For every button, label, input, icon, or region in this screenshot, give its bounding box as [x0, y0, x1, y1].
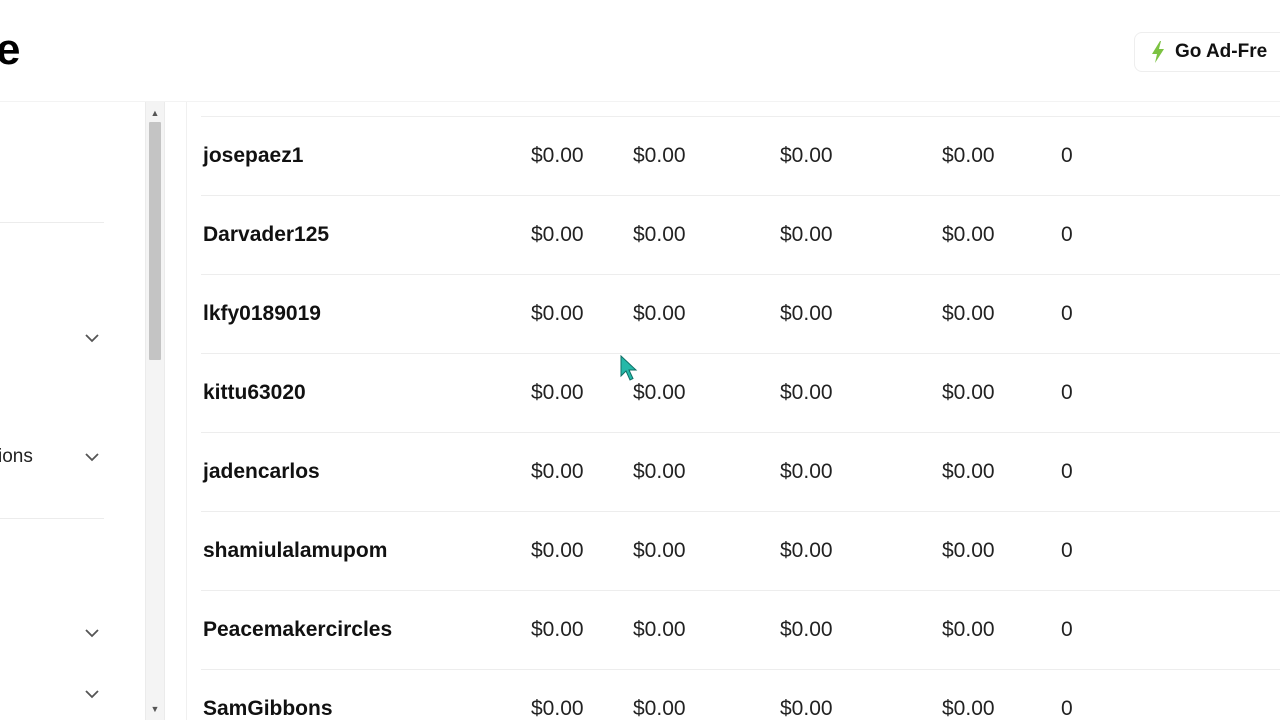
username-cell[interactable]: kittu63020	[203, 354, 306, 432]
chevron-down-icon[interactable]	[82, 623, 102, 643]
amount-cell: $0.00	[531, 697, 584, 720]
amount-cell: $0.00	[942, 144, 995, 167]
amount-cell: $0.00	[942, 697, 995, 720]
amount-cell: $0.00	[780, 302, 833, 325]
lightning-bolt-icon	[1152, 41, 1164, 63]
sidebar-scrollbar-thumb[interactable]	[149, 122, 161, 360]
count-cell: 0	[1061, 381, 1073, 404]
sidebar-divider	[0, 222, 104, 223]
chevron-down-icon[interactable]	[82, 328, 102, 348]
table-row[interactable]: kittu63020 $0.00 $0.00 $0.00 $0.00 0	[201, 354, 1280, 433]
count-cell: 0	[1061, 460, 1073, 483]
scroll-down-arrow-icon[interactable]: ▼	[148, 704, 162, 714]
username-cell[interactable]: shamiulalamupom	[203, 512, 387, 590]
count-cell: 0	[1061, 144, 1073, 167]
go-ad-free-label: Go Ad-Fre	[1175, 41, 1268, 62]
chevron-down-icon[interactable]	[82, 447, 102, 467]
table-row[interactable]: SamGibbons $0.00 $0.00 $0.00 $0.00 0	[201, 670, 1280, 720]
username-cell[interactable]: jadencarlos	[203, 433, 320, 511]
amount-cell: $0.00	[633, 144, 686, 167]
table-row[interactable]: Darvader125 $0.00 $0.00 $0.00 $0.00 0	[201, 196, 1280, 275]
amount-cell: $0.00	[633, 381, 686, 404]
amount-cell: $0.00	[780, 460, 833, 483]
amount-cell: $0.00	[633, 460, 686, 483]
amount-cell: $0.00	[531, 144, 584, 167]
username-cell[interactable]: Peacemakercircles	[203, 591, 392, 669]
amount-cell: $0.00	[531, 618, 584, 641]
table-row[interactable]: lkfy0189019 $0.00 $0.00 $0.00 $0.00 0	[201, 275, 1280, 354]
top-header: e Go Ad-Fre	[0, 0, 1280, 102]
amount-cell: $0.00	[942, 618, 995, 641]
users-table: josepaez1 $0.00 $0.00 $0.00 $0.00 0 Darvader12…	[186, 102, 1280, 720]
table-row[interactable]: Peacemakercircles $0.00 $0.00 $0.00 $0.00 0	[201, 591, 1280, 670]
sidebar: ions	[0, 102, 145, 720]
amount-cell: $0.00	[780, 618, 833, 641]
go-ad-free-button[interactable]: Go Ad-Fre	[1134, 32, 1280, 72]
table-row[interactable]: jadencarlos $0.00 $0.00 $0.00 $0.00 0	[201, 433, 1280, 512]
amount-cell: $0.00	[780, 144, 833, 167]
amount-cell: $0.00	[531, 381, 584, 404]
username-cell[interactable]: Darvader125	[203, 196, 329, 274]
username-cell[interactable]: lkfy0189019	[203, 275, 321, 353]
amount-cell: $0.00	[942, 302, 995, 325]
amount-cell: $0.00	[633, 697, 686, 720]
amount-cell: $0.00	[780, 697, 833, 720]
username-cell[interactable]: SamGibbons	[203, 670, 333, 720]
count-cell: 0	[1061, 539, 1073, 562]
sidebar-divider	[0, 518, 104, 519]
amount-cell: $0.00	[531, 460, 584, 483]
sidebar-section-label[interactable]: ions	[0, 446, 33, 468]
username-cell[interactable]: josepaez1	[203, 117, 303, 195]
amount-cell: $0.00	[633, 223, 686, 246]
count-cell: 0	[1061, 302, 1073, 325]
table-row[interactable]: josepaez1 $0.00 $0.00 $0.00 $0.00 0	[201, 117, 1280, 196]
amount-cell: $0.00	[942, 539, 995, 562]
amount-cell: $0.00	[780, 381, 833, 404]
amount-cell: $0.00	[531, 539, 584, 562]
amount-cell: $0.00	[531, 302, 584, 325]
amount-cell: $0.00	[780, 539, 833, 562]
amount-cell: $0.00	[633, 302, 686, 325]
amount-cell: $0.00	[942, 381, 995, 404]
chevron-down-icon[interactable]	[82, 684, 102, 704]
amount-cell: $0.00	[531, 223, 584, 246]
amount-cell: $0.00	[942, 460, 995, 483]
amount-cell: $0.00	[942, 223, 995, 246]
scroll-up-arrow-icon[interactable]: ▲	[148, 108, 162, 118]
amount-cell: $0.00	[633, 539, 686, 562]
amount-cell: $0.00	[780, 223, 833, 246]
app-window: e Go Ad-Fre ions ▲ ▼ josepaez1 $0.00 $0.…	[0, 0, 1280, 720]
count-cell: 0	[1061, 697, 1073, 720]
count-cell: 0	[1061, 618, 1073, 641]
amount-cell: $0.00	[633, 618, 686, 641]
table-row[interactable]: shamiulalamupom $0.00 $0.00 $0.00 $0.00 0	[201, 512, 1280, 591]
page-title: e	[0, 25, 21, 74]
count-cell: 0	[1061, 223, 1073, 246]
